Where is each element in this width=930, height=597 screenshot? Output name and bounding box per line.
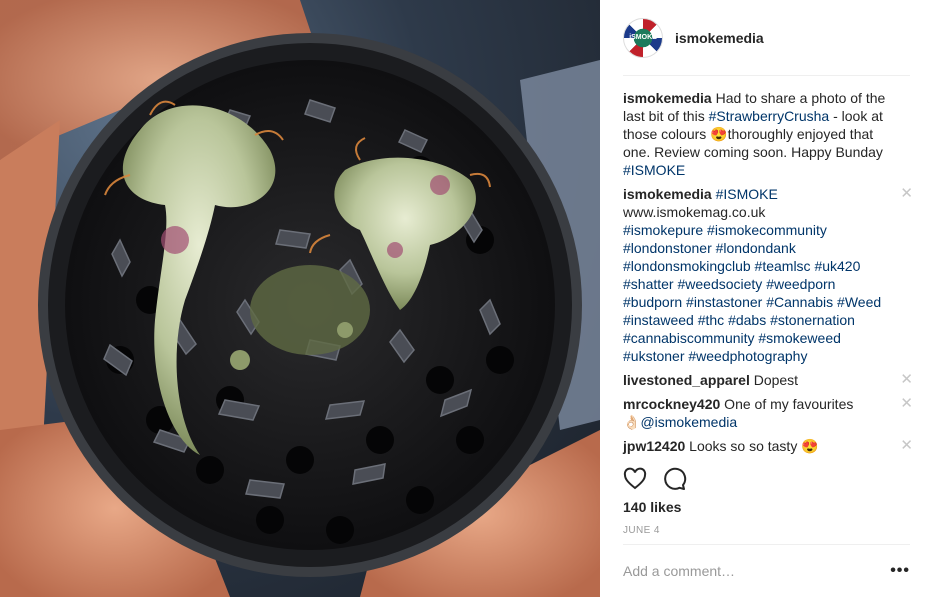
post-photo	[0, 0, 600, 597]
post-caption: ismokemedia Had to share a photo of the …	[623, 89, 913, 179]
close-icon[interactable]: ✕	[900, 185, 913, 203]
comment-username[interactable]: livestoned_apparel	[623, 372, 750, 388]
comment-username[interactable]: mrcockney420	[623, 396, 720, 412]
caption-username[interactable]: ismokemedia	[623, 90, 712, 106]
hashtag-link[interactable]: #ISMOKE	[716, 186, 778, 202]
hashtag-link[interactable]: #StrawberryCrusha	[709, 108, 830, 124]
likes-count[interactable]: 140 likes	[623, 499, 681, 515]
post-sidebar: iSMOKE ismokemedia ismokemedia Had to sh…	[600, 0, 930, 597]
close-icon[interactable]: ✕	[900, 395, 913, 413]
grinder-photo-illustration	[0, 0, 600, 597]
comment-item: livestoned_apparel Dopest ✕	[623, 371, 913, 389]
post-header: iSMOKE ismokemedia	[623, 16, 910, 76]
close-icon[interactable]: ✕	[900, 371, 913, 389]
comment-text: Looks so so tasty	[685, 438, 802, 454]
avatar-logo-text: iSMOKE	[629, 33, 657, 41]
emoji-heart-eyes: 😍	[710, 126, 728, 142]
add-comment-bar: Add a comment… •••	[623, 544, 910, 597]
avatar[interactable]: iSMOKE	[623, 17, 663, 58]
comment-item: ismokemedia #ISMOKE www.ismokemag.co.uk …	[623, 185, 913, 365]
emoji-ok-hand: 👌🏻	[623, 414, 641, 430]
post-username[interactable]: ismokemedia	[675, 30, 764, 46]
action-bar	[623, 464, 910, 494]
comment-icon[interactable]	[663, 467, 687, 491]
heart-icon[interactable]	[623, 467, 647, 491]
comment-text: Dopest	[749, 372, 799, 388]
post-date[interactable]: JUNE 4	[623, 525, 660, 536]
more-options-icon[interactable]: •••	[890, 562, 910, 580]
emoji-heart-eyes: 😍	[801, 438, 819, 454]
hashtag-link[interactable]: #ISMOKE	[623, 162, 685, 178]
comments-list: ismokemedia Had to share a photo of the …	[623, 89, 913, 461]
comment-item: jpw12420 Looks so so tasty 😍 ✕	[623, 437, 913, 455]
mention-link[interactable]: @ismokemedia	[640, 414, 737, 430]
comment-text: One of my favourites	[720, 396, 854, 412]
hashtag-links[interactable]: #ismokepure #ismokecommunity #londonston…	[623, 222, 881, 364]
add-comment-input[interactable]: Add a comment…	[623, 563, 735, 579]
comment-item: mrcockney420 One of my favourites 👌🏻@ism…	[623, 395, 913, 431]
close-icon[interactable]: ✕	[900, 437, 913, 455]
comment-username[interactable]: ismokemedia	[623, 186, 712, 202]
comment-username[interactable]: jpw12420	[623, 438, 685, 454]
comment-url: www.ismokemag.co.uk	[623, 204, 766, 220]
